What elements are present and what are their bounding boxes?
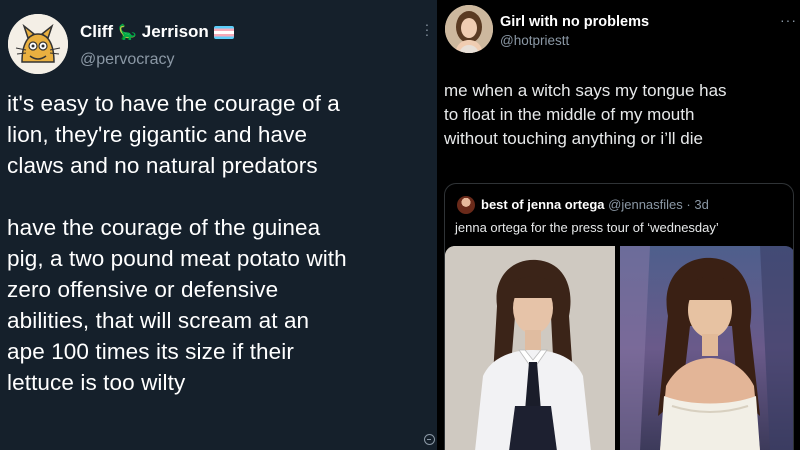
quoted-tweet-header: best of jenna ortega @jennasfiles · 3d (481, 197, 709, 212)
tweet-line: to float in the middle of my mouth (444, 105, 695, 124)
display-name-first: Cliff (80, 22, 114, 41)
quoted-tweet[interactable]: best of jenna ortega @jennasfiles · 3d j… (444, 183, 794, 450)
display-name[interactable]: Cliff 🦕 Jerrison (80, 22, 234, 42)
tweet-line: have the courage of the guinea (7, 215, 321, 240)
left-tweet: Cliff 🦕 Jerrison @pervocracy · · · it's ea… (0, 0, 437, 450)
tweet-line: me when a witch says my tongue has (444, 81, 727, 100)
tweet-line: abilities, that will scream at an (7, 308, 310, 333)
tweet-line: ape 100 times its size if their (7, 339, 294, 364)
tweet-line: pig, a two pound meat potato with (7, 246, 347, 271)
user-handle[interactable]: @hotpriestt (500, 33, 569, 48)
quoted-avatar[interactable] (457, 196, 475, 214)
tweet-line: zero offensive or defensive (7, 277, 279, 302)
avatar[interactable] (8, 14, 68, 74)
display-name[interactable]: Girl with no problems (500, 14, 649, 30)
quoted-photo-2[interactable] (620, 246, 793, 450)
collapse-icon[interactable] (424, 434, 435, 445)
dinosaur-emoji-icon: 🦕 (118, 24, 137, 41)
avatar[interactable] (445, 5, 493, 53)
right-tweet: Girl with no problems @hotpriestt ··· me… (437, 0, 800, 450)
more-options-icon[interactable]: ··· (423, 17, 431, 41)
tweet-line: lettuce is too wilty (7, 370, 186, 395)
tweet-line: it's easy to have the courage of a (7, 91, 340, 116)
quoted-photo-1[interactable] (445, 246, 615, 450)
transgender-flag-icon (213, 25, 234, 39)
tweet-text: it's easy to have the courage of a lion,… (7, 88, 437, 398)
quoted-display-name[interactable]: best of jenna ortega (481, 197, 605, 212)
quoted-tweet-text: jenna ortega for the press tour of ‘wedn… (455, 220, 719, 235)
tweet-line: claws and no natural predators (7, 153, 318, 178)
tweet-line: lion, they're gigantic and have (7, 122, 308, 147)
quoted-handle: @jennasfiles (608, 197, 683, 212)
tweet-line: without touching anything or i’ll die (444, 129, 703, 148)
more-options-icon[interactable]: ··· (780, 12, 797, 28)
user-handle[interactable]: @pervocracy (80, 51, 175, 69)
display-name-last: Jerrison (141, 22, 209, 41)
quoted-timestamp: · 3d (686, 197, 709, 212)
tweet-text: me when a witch says my tongue has to fl… (444, 79, 796, 151)
